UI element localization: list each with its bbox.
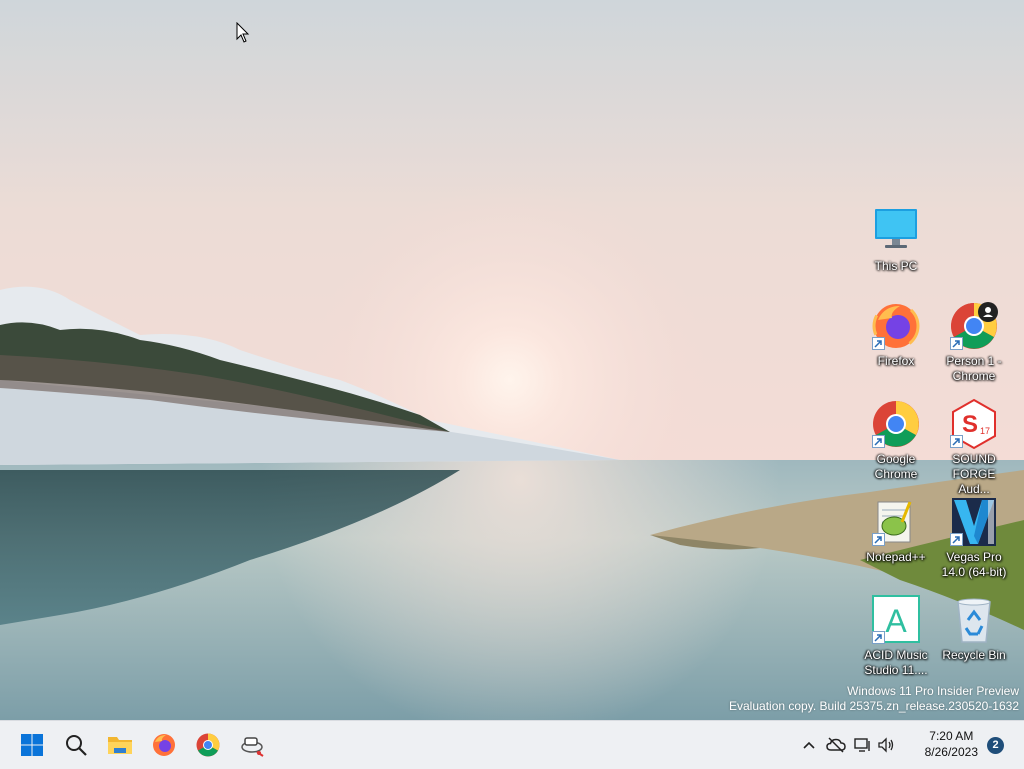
- chrome-icon: [870, 398, 922, 450]
- acid-music-studio-icon: A: [870, 594, 922, 646]
- search-button[interactable]: [56, 725, 96, 765]
- chevron-up-icon: [803, 741, 815, 749]
- onedrive-offline-icon: [826, 737, 846, 753]
- chrome-icon: [196, 733, 220, 757]
- windows-evaluation-watermark: Windows 11 Pro Insider Preview Evaluatio…: [729, 684, 1019, 714]
- sound-forge-version: 17: [980, 426, 990, 436]
- desktop-icon-label: Google Chrome: [874, 452, 918, 481]
- desktop-icon-firefox[interactable]: Firefox: [858, 300, 934, 369]
- network-cable-app-icon: [241, 737, 264, 757]
- desktop-icon-label: ACID Music Studio 11....: [864, 648, 928, 677]
- desktop-icon-notepad-plus-plus[interactable]: Notepad++: [858, 496, 934, 565]
- notepad-plus-plus-icon: [870, 496, 922, 548]
- network-button[interactable]: [852, 725, 874, 765]
- sound-forge-icon: S 17: [948, 398, 1000, 450]
- desktop-icon-google-chrome[interactable]: Google Chrome: [858, 398, 934, 482]
- desktop-icon-label: Notepad++: [866, 550, 926, 564]
- desktop-icon-label: SOUND FORGE Aud...: [952, 452, 996, 496]
- volume-icon: [878, 737, 894, 753]
- start-button[interactable]: [12, 725, 52, 765]
- mouse-cursor-icon: [236, 22, 250, 43]
- acid-letter: A: [885, 603, 907, 639]
- desktop-icon-recycle-bin[interactable]: Recycle Bin: [936, 594, 1012, 663]
- shortcut-arrow-icon: [872, 631, 885, 644]
- taskbar-clock[interactable]: 7:20 AM 8/26/2023: [925, 728, 978, 760]
- desktop[interactable]: This PC Firefox Person 1 - Chrome Google…: [0, 0, 1024, 720]
- taskbar: 7:20 AM 8/26/2023 2: [0, 720, 1024, 769]
- svg-text:S: S: [962, 411, 978, 438]
- desktop-icon-label: Vegas Pro 14.0 (64-bit): [941, 550, 1007, 579]
- firefox-icon: [153, 734, 175, 756]
- desktop-icon-acid-music-studio[interactable]: A ACID Music Studio 11....: [858, 594, 934, 678]
- shortcut-arrow-icon: [872, 337, 885, 350]
- clock-time: 7:20 AM: [929, 729, 974, 743]
- network-icon: [854, 738, 870, 752]
- volume-button[interactable]: [874, 725, 898, 765]
- watermark-edition: Windows 11 Pro Insider Preview: [847, 684, 1019, 698]
- file-explorer-icon: [108, 737, 132, 754]
- firefox-taskbar-button[interactable]: [144, 725, 184, 765]
- shortcut-arrow-icon: [872, 533, 885, 546]
- recycle-bin-icon: [948, 594, 1000, 646]
- desktop-icon-this-pc[interactable]: This PC: [858, 205, 934, 274]
- chrome-profile-icon: [948, 300, 1000, 352]
- monitor-icon: [870, 205, 922, 257]
- desktop-icon-label: This PC: [874, 259, 918, 273]
- network-cable-app-button[interactable]: [232, 725, 272, 765]
- desktop-icon-label: Person 1 - Chrome: [946, 354, 1002, 383]
- desktop-icon-vegas-pro[interactable]: Vegas Pro 14.0 (64-bit): [936, 496, 1012, 580]
- notification-badge[interactable]: 2: [987, 737, 1004, 754]
- watermark-build: Evaluation copy. Build 25375.zn_release.…: [729, 699, 1019, 713]
- file-explorer-button[interactable]: [100, 725, 140, 765]
- desktop-icon-person1-chrome[interactable]: Person 1 - Chrome: [936, 300, 1012, 384]
- chrome-taskbar-button[interactable]: [188, 725, 228, 765]
- desktop-icon-label: Recycle Bin: [942, 648, 1006, 662]
- onedrive-status-button[interactable]: [820, 725, 852, 765]
- firefox-icon: [870, 300, 922, 352]
- shortcut-arrow-icon: [950, 337, 963, 350]
- vegas-pro-icon: [948, 496, 1000, 548]
- search-icon: [66, 735, 87, 756]
- shortcut-arrow-icon: [950, 533, 963, 546]
- desktop-icon-label: Firefox: [877, 354, 915, 368]
- shortcut-arrow-icon: [872, 435, 885, 448]
- desktop-icon-sound-forge[interactable]: S 17 SOUND FORGE Aud...: [936, 398, 1012, 497]
- show-hidden-icons-button[interactable]: [798, 725, 820, 765]
- shortcut-arrow-icon: [950, 435, 963, 448]
- clock-date: 8/26/2023: [924, 745, 978, 759]
- windows-start-icon: [21, 734, 43, 756]
